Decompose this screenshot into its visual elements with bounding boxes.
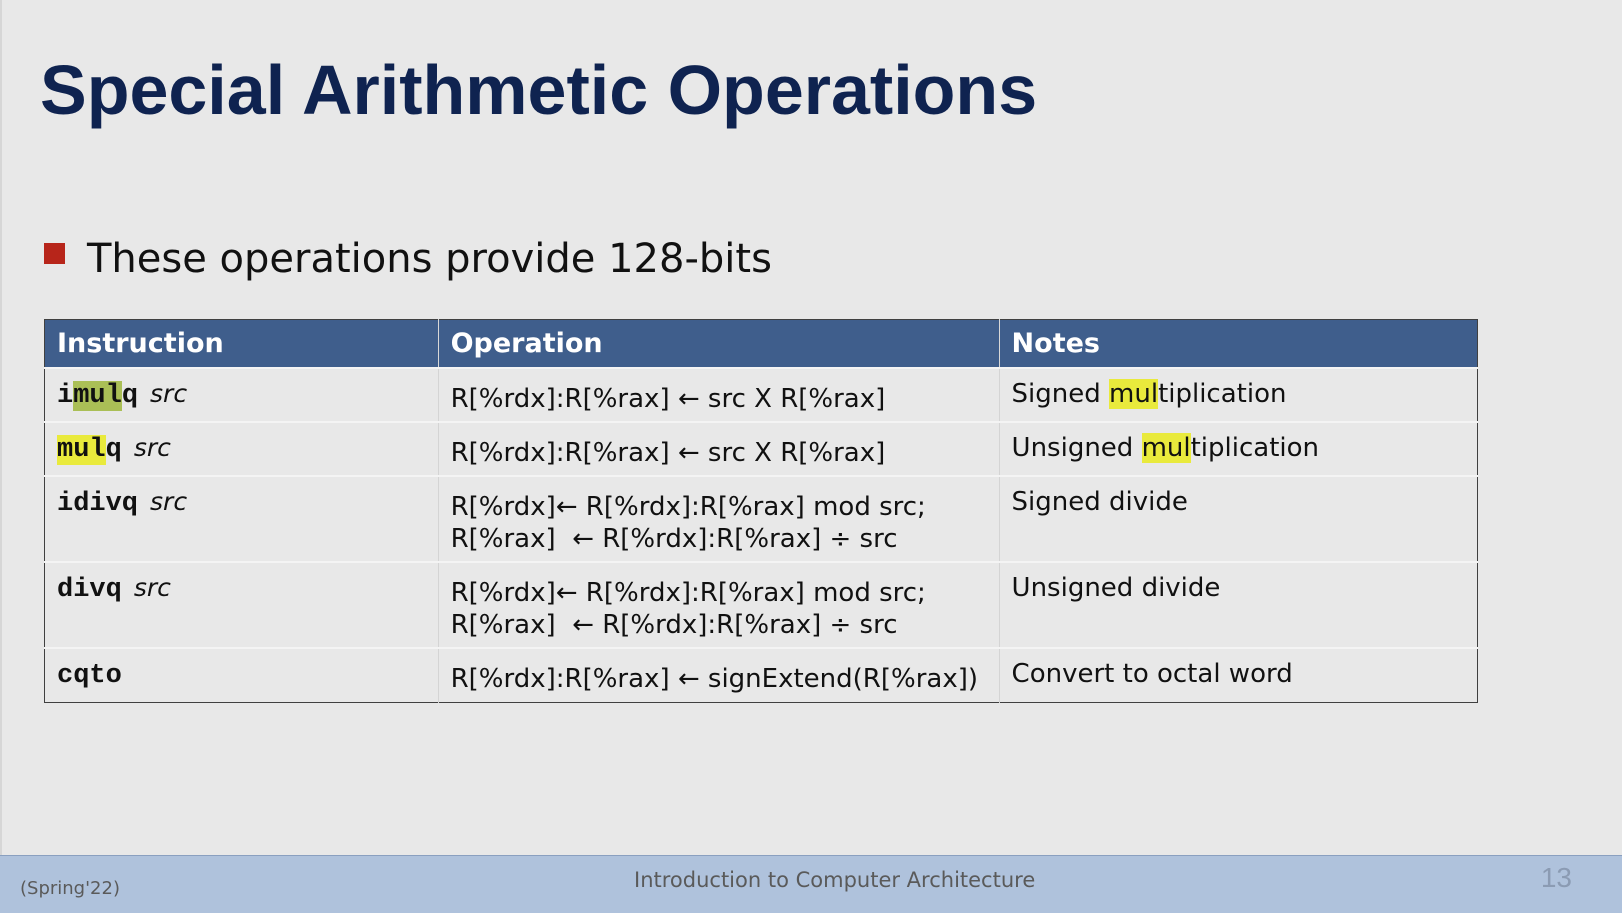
footer-term: (Spring'22) — [20, 878, 120, 899]
instruction-operand: src — [150, 379, 188, 408]
notes-cell: Signed divide — [999, 475, 1478, 562]
operation-cell: R[%rdx]:R[%rax] ← src X R[%rax] — [438, 421, 1000, 476]
highlight-mark: mul — [1109, 379, 1159, 409]
table-row: imulq src R[%rdx]:R[%rax] ← src X R[%rax]… — [44, 367, 1478, 422]
notes-cell: Unsigned multiplication — [999, 421, 1478, 476]
operation-line: R[%rdx]← R[%rdx]:R[%rax] mod src; — [450, 492, 926, 522]
slide-footer: (Spring'22) Introduction to Computer Arc… — [0, 855, 1622, 913]
instruction-cell: imulq src — [44, 367, 439, 422]
operation-line: R[%rax] ← R[%rdx]:R[%rax] ÷ src — [450, 524, 898, 554]
footer-course: Introduction to Computer Architecture — [634, 868, 1036, 892]
operations-table: Instruction Operation Notes imulq src R[%… — [44, 319, 1478, 703]
table-row: cqto R[%rdx]:R[%rax] ← signExtend(R[%rax… — [44, 647, 1478, 702]
operation-line: R[%rdx]:R[%rax] ← signExtend(R[%rax]) — [450, 664, 978, 694]
table-row: idivq src R[%rdx]← R[%rdx]:R[%rax] mod sr… — [44, 475, 1478, 562]
bullet-text: These operations provide 128-bits — [87, 236, 772, 282]
instruction-mnemonic: divq — [57, 575, 122, 605]
highlight-mark: mul — [73, 381, 122, 411]
operation-line: R[%rdx]:R[%rax] ← src X R[%rax] — [450, 384, 886, 414]
highlight-mark: mul — [1141, 433, 1191, 463]
operation-cell: R[%rdx]← R[%rdx]:R[%rax] mod src; R[%rax… — [438, 561, 1000, 648]
header-notes: Notes — [999, 319, 1478, 368]
instruction-operand: src — [133, 573, 171, 602]
table-header-row: Instruction Operation Notes — [44, 319, 1478, 368]
operation-cell: R[%rdx]:R[%rax] ← signExtend(R[%rax]) — [438, 647, 1000, 702]
table-row: divq src R[%rdx]← R[%rdx]:R[%rax] mod src… — [44, 561, 1478, 648]
operation-line: R[%rdx]← R[%rdx]:R[%rax] mod src; — [450, 578, 926, 608]
header-operation: Operation — [438, 319, 1000, 368]
table-row: mulq src R[%rdx]:R[%rax] ← src X R[%rax] … — [44, 421, 1478, 476]
slide: Special Arithmetic Operations These oper… — [0, 0, 1622, 913]
instruction-mnemonic: cqto — [57, 661, 122, 691]
instruction-operand: src — [150, 487, 188, 516]
page-number: 13 — [1540, 862, 1572, 893]
bullet-square-icon — [44, 242, 65, 264]
instruction-mnemonic: mulq — [57, 435, 122, 465]
notes-cell: Convert to octal word — [999, 647, 1478, 702]
highlight-mark: mul — [57, 435, 106, 465]
instruction-cell: idivq src — [44, 475, 439, 562]
bullet-item: These operations provide 128-bits — [44, 236, 772, 282]
instruction-mnemonic: imulq — [57, 381, 139, 411]
slide-title: Special Arithmetic Operations — [40, 51, 1038, 129]
instruction-mnemonic: idivq — [57, 489, 139, 519]
header-instruction: Instruction — [44, 319, 439, 368]
notes-cell: Signed multiplication — [999, 367, 1478, 422]
slide-edge — [0, 0, 2, 855]
instruction-cell: cqto — [44, 647, 439, 702]
operation-cell: R[%rdx]← R[%rdx]:R[%rax] mod src; R[%rax… — [438, 475, 1000, 562]
operation-line: R[%rax] ← R[%rdx]:R[%rax] ÷ src — [450, 610, 898, 640]
notes-cell: Unsigned divide — [999, 561, 1478, 648]
instruction-cell: divq src — [44, 561, 439, 648]
operation-line: R[%rdx]:R[%rax] ← src X R[%rax] — [450, 438, 886, 468]
operation-cell: R[%rdx]:R[%rax] ← src X R[%rax] — [438, 367, 1000, 422]
instruction-cell: mulq src — [44, 421, 439, 476]
instruction-operand: src — [133, 433, 171, 462]
